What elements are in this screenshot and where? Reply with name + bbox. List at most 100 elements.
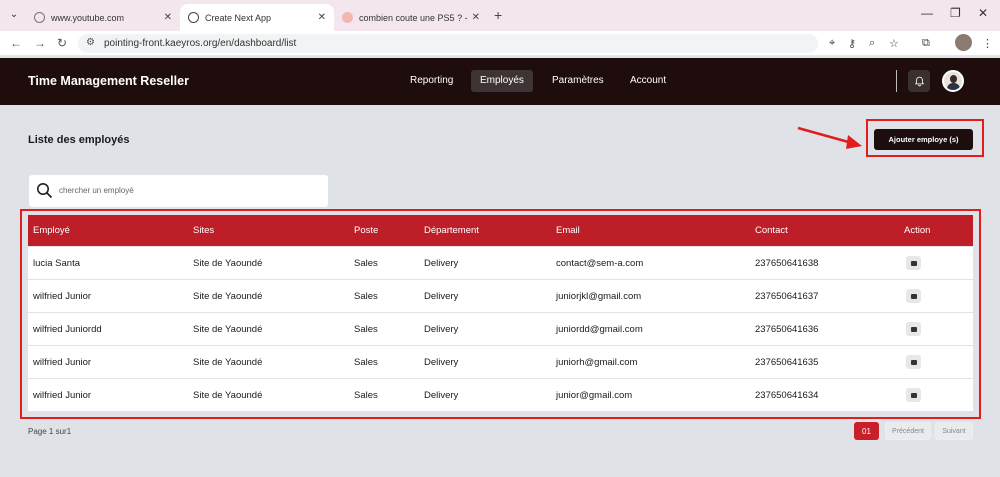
- row-action-icon[interactable]: [906, 289, 921, 303]
- forward-icon[interactable]: →: [34, 36, 46, 50]
- cell-poste: Sales: [354, 258, 378, 269]
- extensions-icon[interactable]: ⧉: [922, 37, 930, 50]
- col-header-departement: Département: [424, 225, 479, 236]
- tab-title: www.youtube.com: [51, 12, 125, 23]
- row-action-icon[interactable]: [906, 388, 921, 402]
- nav-account[interactable]: Account: [621, 70, 675, 92]
- employees-table: Employé Sites Poste Département Email Co…: [28, 215, 973, 411]
- browser-toolbar: ← → ↻ ⚙ pointing-front.kaeyros.org/en/da…: [0, 31, 1000, 56]
- browser-tab-create-next-app[interactable]: Create Next App ✕: [180, 4, 334, 31]
- header-divider: [896, 70, 897, 92]
- page-number-button[interactable]: 01: [854, 422, 879, 440]
- cell-site: Site de Yaoundé: [193, 324, 263, 335]
- col-header-sites: Sites: [193, 225, 215, 236]
- bookmark-star-icon[interactable]: ☆: [889, 37, 899, 50]
- browser-tab-youtube[interactable]: www.youtube.com ✕: [26, 4, 180, 31]
- browser-tab-strip: ⌄ www.youtube.com ✕ Create Next App ✕ co…: [0, 0, 1000, 31]
- cell-departement: Delivery: [424, 291, 459, 302]
- cell-employe: wilfried Junior: [33, 390, 92, 401]
- cell-poste: Sales: [354, 291, 378, 302]
- row-action-icon[interactable]: [906, 256, 921, 270]
- nav-reporting[interactable]: Reporting: [401, 70, 462, 92]
- cell-email: juniorh@gmail.com: [556, 357, 638, 368]
- cell-email: juniordd@gmail.com: [556, 324, 643, 335]
- annotation-arrow-icon: [797, 126, 862, 149]
- cell-contact: 237650641636: [755, 324, 819, 335]
- table-row[interactable]: wilfried Juniordd Site de Yaoundé Sales …: [28, 312, 973, 345]
- cell-departement: Delivery: [424, 390, 459, 401]
- search-input[interactable]: chercher un employé: [29, 175, 328, 207]
- cell-site: Site de Yaoundé: [193, 357, 263, 368]
- cell-site: Site de Yaoundé: [193, 390, 263, 401]
- cell-employe: wilfried Junior: [33, 291, 92, 302]
- new-tab-icon[interactable]: +: [494, 7, 502, 23]
- cell-poste: Sales: [354, 390, 378, 401]
- nav-employes[interactable]: Employés: [471, 70, 533, 92]
- cell-employe: wilfried Juniordd: [33, 324, 102, 335]
- site-settings-icon[interactable]: ⚙: [86, 37, 95, 48]
- table-row[interactable]: lucia Santa Site de Yaoundé Sales Delive…: [28, 246, 973, 279]
- col-header-poste: Poste: [354, 225, 379, 236]
- next-page-button[interactable]: Suivant: [935, 422, 973, 440]
- cell-employe: wilfried Junior: [33, 357, 92, 368]
- globe-icon: [34, 12, 45, 23]
- cell-poste: Sales: [354, 357, 378, 368]
- search-icon: [37, 183, 53, 199]
- browser-profile-avatar[interactable]: [955, 34, 972, 51]
- cell-site: Site de Yaoundé: [193, 258, 263, 269]
- address-bar[interactable]: ⚙ pointing-front.kaeyros.org/en/dashboar…: [78, 34, 818, 53]
- col-header-contact: Contact: [755, 225, 788, 236]
- notification-bell-icon[interactable]: [908, 70, 930, 92]
- search-placeholder: chercher un employé: [59, 186, 134, 195]
- cell-poste: Sales: [354, 324, 378, 335]
- cell-email: contact@sem-a.com: [556, 258, 644, 269]
- cell-departement: Delivery: [424, 357, 459, 368]
- brave-icon: [342, 12, 353, 23]
- table-header: Employé Sites Poste Département Email Co…: [28, 215, 973, 246]
- cell-contact: 237650641638: [755, 258, 819, 269]
- url-text: pointing-front.kaeyros.org/en/dashboard/…: [104, 38, 297, 49]
- reload-icon[interactable]: ↻: [57, 36, 67, 50]
- close-window-icon[interactable]: ✕: [978, 6, 988, 20]
- minimize-icon[interactable]: —: [921, 6, 933, 20]
- app-header: Time Management Reseller Reporting Emplo…: [0, 58, 1000, 105]
- globe-icon: [188, 12, 199, 23]
- tab-title: combien coute une PS5 ? - Brav: [359, 12, 468, 23]
- previous-page-button[interactable]: Précédent: [885, 422, 931, 440]
- close-tab-icon[interactable]: ✕: [318, 12, 326, 23]
- key-icon[interactable]: ⚷: [848, 37, 856, 50]
- browser-tab-ps5[interactable]: combien coute une PS5 ? - Brav ✕: [334, 4, 488, 31]
- cell-site: Site de Yaoundé: [193, 291, 263, 302]
- close-tab-icon[interactable]: ✕: [472, 12, 480, 23]
- nav-parametres[interactable]: Paramètres: [543, 70, 613, 92]
- cell-email: junior@gmail.com: [556, 390, 633, 401]
- user-avatar[interactable]: [942, 70, 964, 92]
- back-icon[interactable]: ←: [10, 36, 22, 50]
- tab-title: Create Next App: [205, 12, 272, 23]
- table-row[interactable]: wilfried Junior Site de Yaoundé Sales De…: [28, 345, 973, 378]
- zoom-icon[interactable]: ⌕: [869, 37, 875, 50]
- cell-employe: lucia Santa: [33, 258, 81, 269]
- table-row[interactable]: wilfried Junior Site de Yaoundé Sales De…: [28, 279, 973, 312]
- menu-kebab-icon[interactable]: ⋮: [982, 37, 993, 50]
- row-action-icon[interactable]: [906, 355, 921, 369]
- cell-contact: 237650641634: [755, 390, 819, 401]
- restore-icon[interactable]: ❐: [950, 6, 961, 20]
- cell-contact: 237650641637: [755, 291, 819, 302]
- page-title: Liste des employés: [28, 134, 130, 146]
- close-tab-icon[interactable]: ✕: [164, 12, 172, 23]
- table-row[interactable]: wilfried Junior Site de Yaoundé Sales De…: [28, 378, 973, 411]
- col-header-email: Email: [556, 225, 580, 236]
- pagination-info: Page 1 sur1: [28, 427, 72, 436]
- brand-title: Time Management Reseller: [28, 74, 189, 88]
- cell-email: juniorjkl@gmail.com: [556, 291, 642, 302]
- cell-departement: Delivery: [424, 324, 459, 335]
- col-header-employe: Employé: [33, 225, 70, 236]
- row-action-icon[interactable]: [906, 322, 921, 336]
- location-icon[interactable]: ⌖: [829, 37, 835, 50]
- cell-departement: Delivery: [424, 258, 459, 269]
- add-employee-button[interactable]: Ajouter employe (s): [874, 129, 973, 150]
- cell-contact: 237650641635: [755, 357, 819, 368]
- col-header-action: Action: [904, 225, 931, 236]
- tab-search-chevron-icon[interactable]: ⌄: [6, 7, 22, 23]
